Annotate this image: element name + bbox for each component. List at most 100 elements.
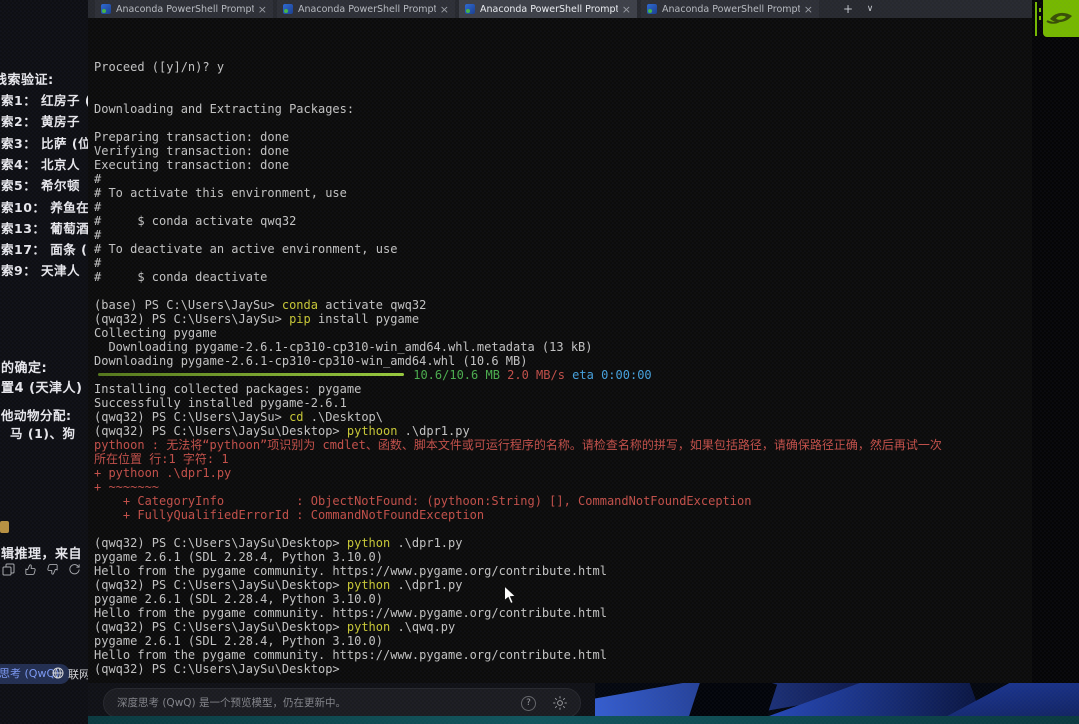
terminal-line: pygame 2.6.1 (SDL 2.28.4, Python 3.10.0)	[94, 550, 1032, 564]
terminal-window: Anaconda PowerShell Prompt (×Anaconda Po…	[88, 0, 1032, 683]
terminal-line: Successfully installed pygame-2.6.1	[94, 396, 1032, 410]
determine-heading: 的确定:	[1, 357, 47, 376]
globe-icon	[52, 667, 64, 682]
terminal-line: Executing transaction: done	[94, 158, 1032, 172]
terminal-line: (qwq32) PS C:\Users\JaySu\Desktop> pytho…	[94, 536, 1032, 550]
terminal-line: Hello from the pygame community. https:/…	[94, 606, 1032, 620]
terminal-line: + CategoryInfo : ObjectNotFound: (pythoo…	[94, 494, 1032, 508]
chat-sidebar: 线索验证: 索1： 红房子 ( 索2： 黄房子索3： 比萨 (位索4： 北京人索5…	[0, 0, 88, 724]
terminal-line: (base) PS C:\Users\JaySu> conda activate…	[94, 298, 1032, 312]
terminal-line: (qwq32) PS C:\Users\JaySu\Desktop> pytho…	[94, 424, 1032, 438]
terminal-line	[94, 522, 1032, 536]
tab-title: Anaconda PowerShell Prompt	[480, 4, 618, 15]
web-search-label: 联网	[68, 666, 90, 682]
tab-title: Anaconda PowerShell Prompt (	[662, 4, 800, 15]
nvidia-overlay-dash	[1039, 16, 1041, 20]
terminal-line: # $ conda activate qwq32	[94, 214, 1032, 228]
terminal-line: (qwq32) PS C:\Users\JaySu\Desktop>	[94, 662, 1032, 676]
nvidia-overlay-line	[1035, 2, 1037, 36]
terminal-line: Downloading and Extracting Packages:	[94, 102, 1032, 116]
clue-item: 索4： 北京人	[1, 154, 80, 173]
terminal-line: #	[94, 200, 1032, 214]
terminal-tab[interactable]: Anaconda PowerShell Prompt ×	[459, 0, 637, 18]
terminal-line: (qwq32) PS C:\Users\JaySu> cd .\Desktop\	[94, 410, 1032, 424]
terminal-tab[interactable]: Anaconda PowerShell Prompt ( ×	[95, 0, 273, 18]
clue-item: 索17： 面条 (	[1, 239, 87, 258]
terminal-line: Downloading pygame-2.6.1-cp310-cp310-win…	[94, 340, 1032, 354]
assign-value: 马 (1)、狗	[10, 423, 75, 442]
desktop: 线索验证: 索1： 红房子 ( 索2： 黄房子索3： 比萨 (位索4： 北京人索5…	[0, 0, 1079, 724]
terminal-line: Collecting pygame	[94, 326, 1032, 340]
terminal-tab[interactable]: Anaconda PowerShell Prompt ( ×	[641, 0, 819, 18]
terminal-tab[interactable]: Anaconda PowerShell Prompt ( ×	[277, 0, 455, 18]
clue-verify-heading: 线索验证:	[0, 69, 54, 88]
terminal-line	[94, 74, 1032, 88]
terminal-line: + pythoon .\dpr1.py	[94, 466, 1032, 480]
chat-input[interactable]: 深度思考 (QwQ) 是一个预览模型，仍在更新中。 ?	[103, 688, 581, 718]
settings-gear-icon[interactable]	[552, 695, 568, 715]
chat-input-hint: 深度思考 (QwQ) 是一个预览模型，仍在更新中。	[117, 689, 346, 717]
terminal-line	[94, 88, 1032, 102]
anaconda-prompt-icon	[283, 4, 293, 14]
terminal-line: Hello from the pygame community. https:/…	[94, 648, 1032, 662]
terminal-line: # $ conda deactivate	[94, 270, 1032, 284]
terminal-line: + FullyQualifiedErrorId : CommandNotFoun…	[94, 508, 1032, 522]
terminal-line: Proceed ([y]/n)? y	[94, 60, 1032, 74]
anaconda-prompt-icon	[465, 4, 475, 14]
thumbs-down-icon[interactable]	[46, 563, 59, 576]
terminal-line: pythoon : 无法将“pythoon”项识别为 cmdlet、函数、脚本文…	[94, 438, 1032, 452]
terminal-line: pygame 2.6.1 (SDL 2.28.4, Python 3.10.0)	[94, 634, 1032, 648]
thumbs-up-icon[interactable]	[24, 563, 37, 576]
pip-progress-bar	[98, 373, 404, 376]
terminal-line: Installing collected packages: pygame	[94, 382, 1032, 396]
terminal-line: (qwq32) PS C:\Users\JaySu\Desktop> pytho…	[94, 578, 1032, 592]
assign-heading: 他动物分配:	[1, 405, 72, 424]
reasoning-footer-note: 辑推理，来自	[1, 543, 82, 562]
clue-item: 索9： 天津人	[1, 260, 80, 279]
determine-value: 置4 (天津人)	[1, 377, 82, 396]
terminal-line: Downloading pygame-2.6.1-cp310-cp310-win…	[94, 354, 1032, 368]
tab-close-icon[interactable]: ×	[804, 3, 813, 16]
nvidia-overlay-icon[interactable]	[1043, 0, 1079, 37]
terminal-line: #	[94, 256, 1032, 270]
mouse-cursor	[503, 585, 517, 605]
taskbar-strip	[88, 716, 1079, 724]
terminal-output: Proceed ([y]/n)? y Downloading and Extrac…	[94, 60, 1032, 676]
tab-menu-chevron-icon[interactable]: ∨	[862, 0, 878, 18]
terminal-line: (qwq32) PS C:\Users\JaySu> pip install p…	[94, 312, 1032, 326]
copy-icon[interactable]	[2, 563, 15, 576]
terminal-line: # To activate this environment, use	[94, 186, 1032, 200]
terminal-tab-bar: Anaconda PowerShell Prompt (×Anaconda Po…	[88, 0, 1032, 18]
clue-item: 索2： 黄房子	[1, 111, 80, 130]
web-search-button[interactable]: 联网	[52, 666, 90, 682]
tab-close-icon[interactable]: ×	[258, 3, 267, 16]
terminal-line: + ~~~~~~~	[94, 480, 1032, 494]
terminal-line: Preparing transaction: done	[94, 130, 1032, 144]
tab-title: Anaconda PowerShell Prompt (	[298, 4, 436, 15]
clue-item: 索3： 比萨 (位	[1, 133, 91, 152]
help-icon[interactable]: ?	[521, 696, 536, 711]
terminal-line: 10.6/10.6 MB 2.0 MB/s eta 0:00:00	[94, 368, 1032, 382]
terminal-line: #	[94, 172, 1032, 186]
anaconda-prompt-icon	[647, 4, 657, 14]
terminal-line: pygame 2.6.1 (SDL 2.28.4, Python 3.10.0)	[94, 592, 1032, 606]
clue-item: 索10： 养鱼在	[1, 197, 89, 216]
terminal-line	[94, 284, 1032, 298]
desktop-wallpaper	[595, 683, 1079, 717]
nvidia-overlay-dash	[1039, 8, 1041, 12]
terminal-line: (qwq32) PS C:\Users\JaySu\Desktop> pytho…	[94, 620, 1032, 634]
terminal-line	[94, 116, 1032, 130]
partial-emoji-fragment	[0, 521, 9, 533]
terminal-screen[interactable]: Proceed ([y]/n)? y Downloading and Extrac…	[88, 18, 1032, 683]
tab-close-icon[interactable]: ×	[622, 3, 631, 16]
clue-item: 索13： 葡萄酒	[1, 218, 89, 237]
terminal-line: Hello from the pygame community. https:/…	[94, 564, 1032, 578]
tab-close-icon[interactable]: ×	[440, 3, 449, 16]
anaconda-prompt-icon	[101, 4, 111, 14]
clue-item: 索5： 希尔顿	[1, 175, 80, 194]
tab-title: Anaconda PowerShell Prompt (	[116, 4, 254, 15]
regenerate-icon[interactable]	[68, 563, 81, 576]
new-tab-button[interactable]: +	[840, 0, 856, 18]
clue-item: 索1： 红房子 (	[1, 90, 91, 109]
message-action-row	[2, 563, 81, 576]
